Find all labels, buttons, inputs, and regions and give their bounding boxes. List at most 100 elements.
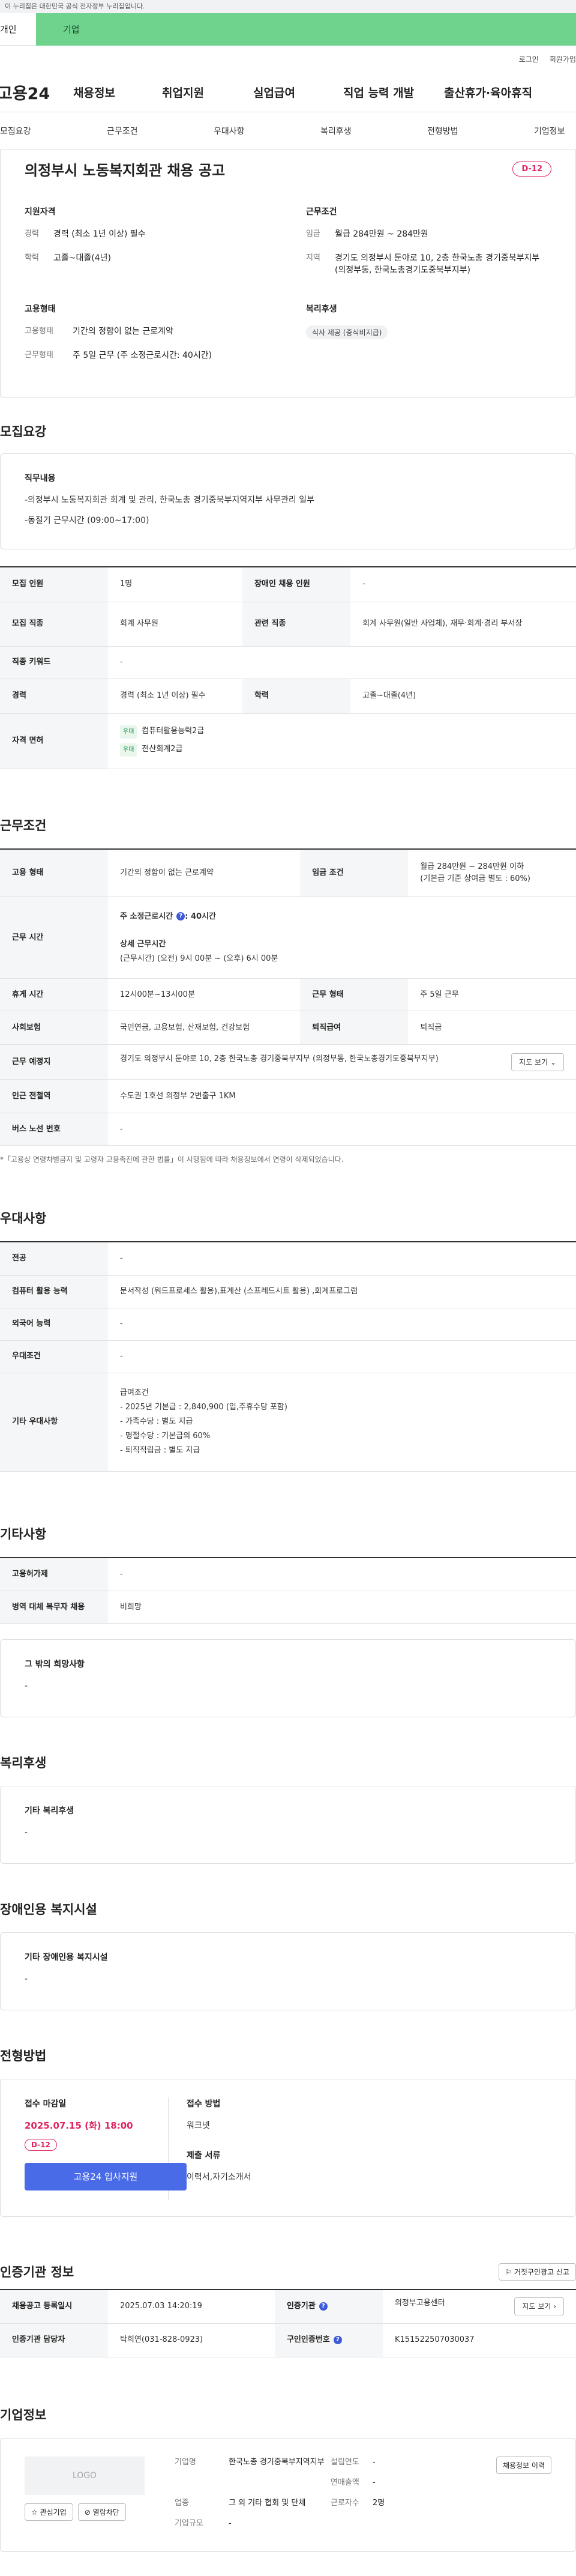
- wish-title: 그 밖의 희망사항: [25, 1660, 85, 1669]
- nav-item-employment-support[interactable]: 취업지원: [162, 84, 253, 100]
- age-note: *「고용상 연령차별금지 및 고령자 고용촉진에 관한 법률」이 시행됨에 따라…: [0, 1155, 344, 1164]
- wage-line: 월급 284만원 ~ 284만원 이하: [420, 862, 524, 871]
- table-row: 휴게 시간 12시00분~13시00분 근무 형태 주 5일 근무: [0, 978, 576, 1011]
- job-title: 의정부시 노동복지회관 채용 공고: [25, 162, 226, 179]
- etc-line: - 퇴직적립금 : 별도 지급: [120, 1446, 200, 1455]
- table-row: 모집 인원 1명 장애인 채용 인원 -: [0, 567, 576, 602]
- value: 2025.07.03 14:20:19: [108, 2290, 275, 2324]
- label-text: 구인인증번호: [286, 2335, 330, 2344]
- duty-line: -동절기 근무시간 (09:00~17:00): [25, 516, 149, 525]
- method-value: 워크넷: [187, 2121, 210, 2130]
- company-box: LOGO ☆ 관심기업 ⊘ 열람차단 기업명 한국노총 경기중북부지역지부 설립…: [0, 2437, 576, 2552]
- other-table: 고용허가제 - 병역 대체 복무자 채용 비희망: [0, 1556, 576, 1624]
- section-link-work[interactable]: 근무조건: [107, 125, 138, 137]
- dday-badge: D-12: [512, 161, 551, 177]
- value: -: [229, 2518, 232, 2528]
- label: 장애인 채용 인원: [242, 567, 351, 602]
- section-title: 복리후생: [0, 1756, 47, 1770]
- value: 1명: [108, 567, 243, 602]
- label: 퇴직급여: [300, 1011, 409, 1045]
- table-row: 채용공고 등록일시 2025.07.03 14:20:19 인증기관? 지도 보…: [0, 2290, 576, 2324]
- value: -: [108, 646, 576, 679]
- duty-line: -의정부시 노동복지회관 회계 및 관리, 한국노총 경기중북부지역지부 사무관…: [25, 495, 315, 505]
- label: 관련 직종: [242, 602, 351, 647]
- label: 임금 조건: [300, 848, 409, 897]
- label: 모집 직종: [0, 602, 108, 647]
- question-icon[interactable]: ?: [176, 912, 185, 921]
- nav-item-skills[interactable]: 직업 능력 개발: [343, 84, 444, 100]
- hours-value: 주 5일 근무 (주 소정근로시간: 40시간): [73, 351, 212, 360]
- label: 근무 예정지: [0, 1044, 108, 1080]
- report-button[interactable]: ⚐ 거짓구인광고 신고: [499, 2263, 576, 2281]
- label: 고용형태: [25, 327, 53, 336]
- map-button[interactable]: 지도 보기 ›: [514, 2297, 564, 2316]
- etc-value: 급여조건 - 2025년 기본급 : 2,840,900 (입,주휴수당 포함)…: [108, 1373, 576, 1472]
- question-icon[interactable]: ?: [333, 2335, 342, 2344]
- block-icon: ⊘: [84, 2508, 91, 2517]
- table-row: 고용 형태 기간의 정함이 없는 근로계약 임금 조건 월급 284만원 ~ 2…: [0, 848, 576, 897]
- nav-item-jobs[interactable]: 채용정보: [73, 84, 162, 100]
- gov-notice-bar: 이 누리집은 대한민국 공식 전자정부 누리집입니다.: [0, 0, 576, 13]
- wage-value: 월급 284만원 ~ 284만원: [335, 229, 428, 239]
- section-title: 인증기관 정보: [0, 2265, 74, 2279]
- tab-personal[interactable]: 개인: [0, 13, 36, 46]
- star-icon: ☆: [31, 2508, 38, 2517]
- section-title: 기타사항: [0, 1526, 47, 1541]
- wish-box: 그 밖의 희망사항 -: [0, 1639, 576, 1717]
- disabled-section: 장애인용 복지시설 기타 장애인용 복지시설 -: [0, 1900, 576, 2010]
- company-section: 기업정보 LOGO ☆ 관심기업 ⊘ 열람차단 기업명 한국노총 경기중북부지역…: [0, 2405, 576, 2552]
- disabled-box: 기타 장애인용 복지시설 -: [0, 1932, 576, 2010]
- nav-item-unemployment-benefit[interactable]: 실업급여: [253, 84, 343, 100]
- nav-item-parental-leave[interactable]: 출산휴가·육아휴직: [444, 84, 533, 100]
- section-link-recruit[interactable]: 모집요강: [0, 125, 31, 137]
- history-button[interactable]: 채용정보 이력: [496, 2456, 551, 2474]
- map-button-label: 지도 보기: [522, 2302, 551, 2311]
- recruit-section: 모집요강 직무내용 -의정부시 노동복지회관 회계 및 관리, 한국노총 경기중…: [0, 422, 576, 769]
- signup-link[interactable]: 회원가입: [550, 54, 576, 64]
- edu-value: 고졸~대졸(4년): [53, 253, 111, 263]
- label: 버스 노선 번호: [0, 1113, 108, 1146]
- welfare-chip: 식사 제공 (중식비지급): [306, 325, 388, 339]
- section-link-process[interactable]: 전형방법: [427, 125, 458, 137]
- table-row: 근무 시간 주 소정근로시간?: 40시간 상세 근무시간 (근무시간) (오전…: [0, 896, 576, 979]
- benefit-box: 기타 복리후생 -: [0, 1786, 576, 1864]
- pref-section: 우대사항 전공 - 컴퓨터 활용 능력 문서작성 (워드프로세스 활용),표계산 (…: [0, 1209, 576, 1472]
- section-link-benefit[interactable]: 복리후생: [320, 125, 352, 137]
- label: 학력: [25, 253, 39, 262]
- tab-business[interactable]: 기업: [36, 13, 576, 46]
- dday-badge: D-12: [25, 2139, 57, 2151]
- welfare-heading: 복리후생: [306, 304, 337, 314]
- table-row: 컴퓨터 활용 능력 문서작성 (워드프로세스 활용),표계산 (스프레드시트 활용…: [0, 1275, 576, 1308]
- label: 지역: [306, 253, 320, 262]
- section-title: 모집요강: [0, 425, 47, 439]
- time-main: 주 소정근로시간: [120, 912, 173, 921]
- section-link-company[interactable]: 기업정보: [534, 125, 565, 137]
- value: 국민연금, 고용보험, 산재보험, 건강보험: [108, 1011, 301, 1045]
- table-row: 버스 노선 번호 -: [0, 1113, 576, 1146]
- value: -: [108, 1557, 576, 1591]
- label: 기업규모: [175, 2518, 203, 2528]
- apply-button[interactable]: 고용24 입사지원: [25, 2163, 187, 2191]
- disabled-value: -: [25, 1974, 28, 1984]
- section-link-pref[interactable]: 우대사항: [214, 125, 245, 137]
- value: -: [108, 1340, 576, 1373]
- value: 2명: [373, 2498, 385, 2508]
- label: 고용허가제: [0, 1557, 108, 1591]
- label: 전공: [0, 1242, 108, 1276]
- job-summary-card: 의정부시 노동복지회관 채용 공고 D-12 지원자격 경력 경력 (최소 1년 …: [0, 150, 576, 398]
- map-button[interactable]: 지도 보기 ⌄: [511, 1053, 564, 1071]
- site-logo[interactable]: 고용24: [0, 80, 73, 104]
- block-button[interactable]: ⊘ 열람차단: [77, 2503, 126, 2521]
- work-section: 근무조건 고용 형태 기간의 정함이 없는 근로계약 임금 조건 월급 284만…: [0, 816, 576, 1165]
- value: 기간의 정함이 없는 근로계약: [108, 848, 301, 897]
- section-title: 전형방법: [0, 2049, 47, 2063]
- table-row: 기타 우대사항 급여조건 - 2025년 기본급 : 2,840,900 (입,…: [0, 1373, 576, 1472]
- label: 자격 면허: [0, 713, 108, 769]
- login-link[interactable]: 로그인: [519, 54, 539, 64]
- table-row: 외국어 능력 -: [0, 1308, 576, 1341]
- label: 경력: [25, 229, 39, 238]
- map-button-label: 지도 보기: [519, 1057, 548, 1066]
- favorite-button[interactable]: ☆ 관심기업: [25, 2503, 73, 2521]
- question-icon[interactable]: ?: [319, 2302, 328, 2311]
- process-box: 접수 마감일 2025.07.15 (화) 18:00 D-12 고용24 입사…: [0, 2079, 576, 2217]
